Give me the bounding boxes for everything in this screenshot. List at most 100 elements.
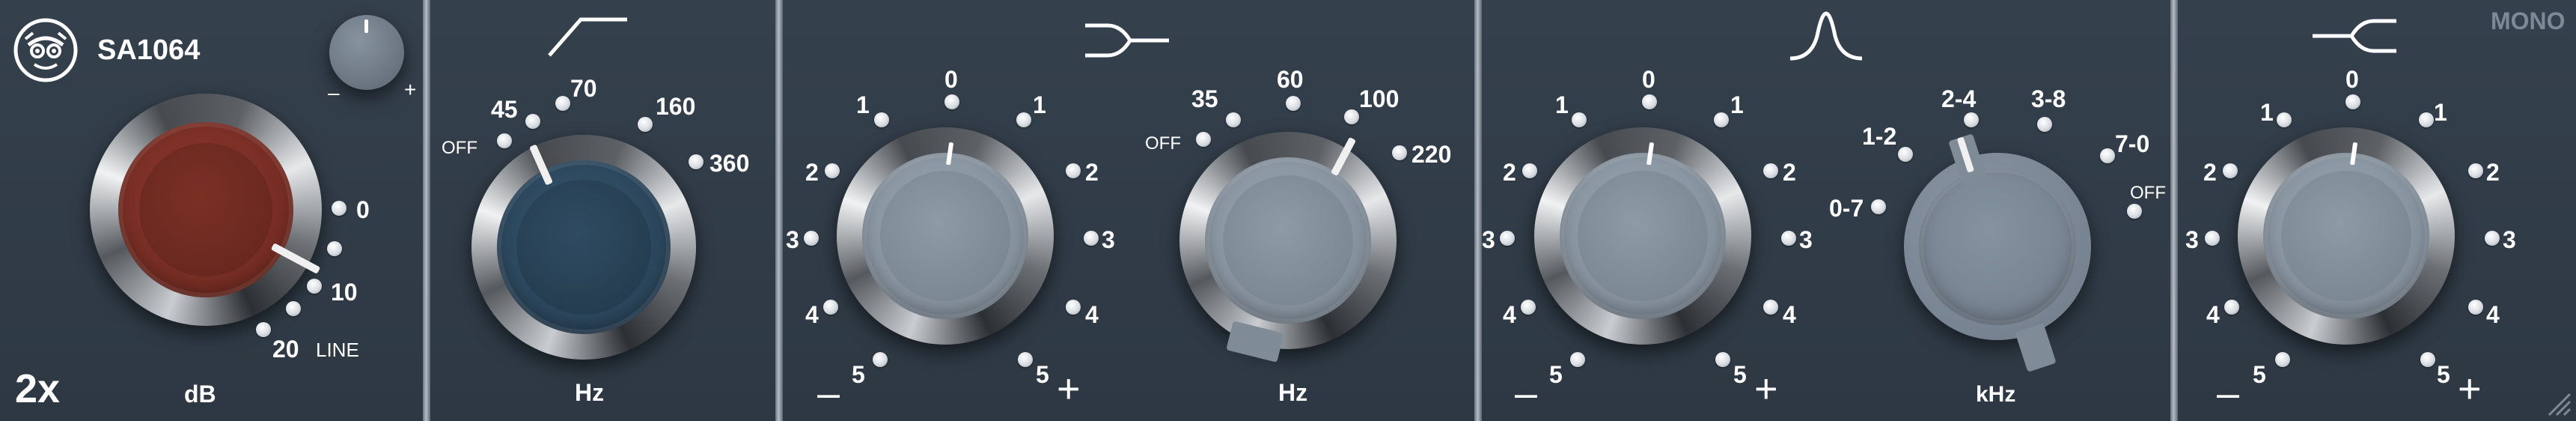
mid-gain-dot [1570,352,1585,367]
mid-frequency-knob[interactable] [1904,153,2091,340]
gain-scale-dot [332,201,347,216]
highpass-knob-cap [516,180,651,315]
low-gain-right-2: 2 [1085,159,1099,186]
mid-freq-tab [2015,323,2057,372]
mid-gain-left-2: 2 [1503,159,1516,186]
low-freq-100: 100 [1359,85,1400,112]
low-freq-dot [1392,145,1407,160]
low-gain-dot [1018,352,1033,367]
input-gain-knob[interactable] [90,94,322,326]
mid-freq-dot [2037,117,2052,132]
low-freq-dot [1286,96,1301,111]
line-label: LINE [316,339,359,361]
mono-mode-label[interactable]: MONO [2491,9,2566,33]
low-gain-dot [1066,163,1081,178]
low-gain-minus: – [817,371,840,416]
high-gain-dot [2224,300,2239,315]
mid-freq-2-4: 2-4 [1941,85,1977,112]
mid-freq-dot [1898,147,1913,162]
trim-minus-label: – [328,81,340,104]
section-divider [423,0,430,421]
mid-gain-left-1: 1 [1555,91,1569,118]
hp-scale-70: 70 [570,75,597,102]
section-divider [1474,0,1482,421]
mid-freq-indicator-line [1956,136,1975,173]
low-gain-right-3: 3 [1102,226,1115,253]
highpass-frequency-knob[interactable] [471,135,696,360]
highpass-knob-face [497,160,671,334]
mid-gain-minus: – [1515,371,1538,416]
low-shelf-icon [1082,19,1172,61]
hp-scale-160: 160 [656,93,696,120]
mid-freq-knob-face [1919,168,2076,325]
mid-freq-off-label: OFF [2130,183,2166,203]
mid-freq-3-8: 3-8 [2031,85,2066,112]
low-gain-left-5: 5 [852,361,865,388]
mid-freq-7-0: 7-0 [2115,130,2150,157]
high-gain-dot [2468,163,2483,178]
gain-scale-0: 0 [356,196,370,223]
gain-scale-10: 10 [331,279,358,306]
mid-gain-scale-0: 0 [1642,66,1655,93]
hp-scale-360: 360 [709,150,750,177]
hp-scale-45: 45 [491,96,518,123]
mid-freq-1-2: 1-2 [1862,123,1897,150]
high-gain-knob[interactable] [2238,127,2455,345]
low-gain-left-3: 3 [786,226,799,253]
low-freq-dot [1196,132,1211,147]
low-gain-dot [1066,300,1081,315]
low-gain-dot [804,231,819,246]
mid-gain-dot [1714,112,1729,127]
trim-pointer [364,19,368,33]
input-gain-knob-cap [139,143,272,276]
mid-gain-right-4: 4 [1783,301,1796,328]
resize-grip-icon[interactable] [2545,390,2572,417]
hp-scale-dot [555,96,570,111]
low-gain-knob-cap [880,171,1010,301]
low-freq-off-label: OFF [1145,133,1181,154]
low-gain-left-1: 1 [856,91,870,118]
input-trim-knob[interactable] [329,15,404,90]
mid-freq-unit-label: kHz [1976,382,2016,407]
low-frequency-knob[interactable] [1179,132,1397,349]
mid-gain-knob[interactable] [1534,127,1751,345]
mid-gain-dot [1521,300,1536,315]
mid-gain-right-1: 1 [1730,91,1744,118]
highpass-unit-label: Hz [575,379,605,406]
high-gain-right-3: 3 [2503,226,2516,253]
bell-curve-icon [1789,9,1864,63]
oversampling-button[interactable]: 2x [15,369,60,409]
eq-plugin-panel: SA1064 – + 0 10 20 LINE 2x dB OFF 45 70 … [0,0,2576,421]
high-gain-knob-cap [2281,171,2411,301]
high-gain-left-1: 1 [2260,99,2274,126]
hp-scale-dot [525,114,540,129]
high-gain-right-5: 5 [2437,361,2450,388]
low-gain-scale-0: 0 [944,66,958,93]
low-gain-dot [823,300,838,315]
gain-scale-dot [327,241,342,256]
robot-face-icon [12,16,79,84]
hp-scale-dot [638,117,653,132]
model-name: SA1064 [97,34,201,66]
low-gain-right-1: 1 [1033,91,1046,118]
highpass-filter-icon [546,13,629,58]
high-gain-dot [2485,231,2500,246]
high-gain-dot [2223,163,2238,178]
mid-gain-dot [1500,231,1515,246]
low-gain-knob[interactable] [837,127,1054,345]
low-gain-plus: + [1057,366,1081,411]
high-gain-right-4: 4 [2486,301,2500,328]
mid-gain-left-5: 5 [1549,361,1563,388]
gain-scale-dot [307,279,322,294]
mid-freq-dot [2127,204,2142,219]
mid-gain-plus: + [1754,366,1778,411]
low-freq-knob-cap [1223,175,1353,306]
high-gain-dot [2277,112,2292,127]
mid-freq-dot [1964,112,1979,127]
high-gain-dot [2275,352,2290,367]
mid-gain-dot [1522,163,1537,178]
mid-gain-knob-cap [1578,171,1708,301]
low-freq-dot [1226,112,1241,127]
gain-scale-20: 20 [272,336,299,363]
low-gain-dot [825,163,840,178]
